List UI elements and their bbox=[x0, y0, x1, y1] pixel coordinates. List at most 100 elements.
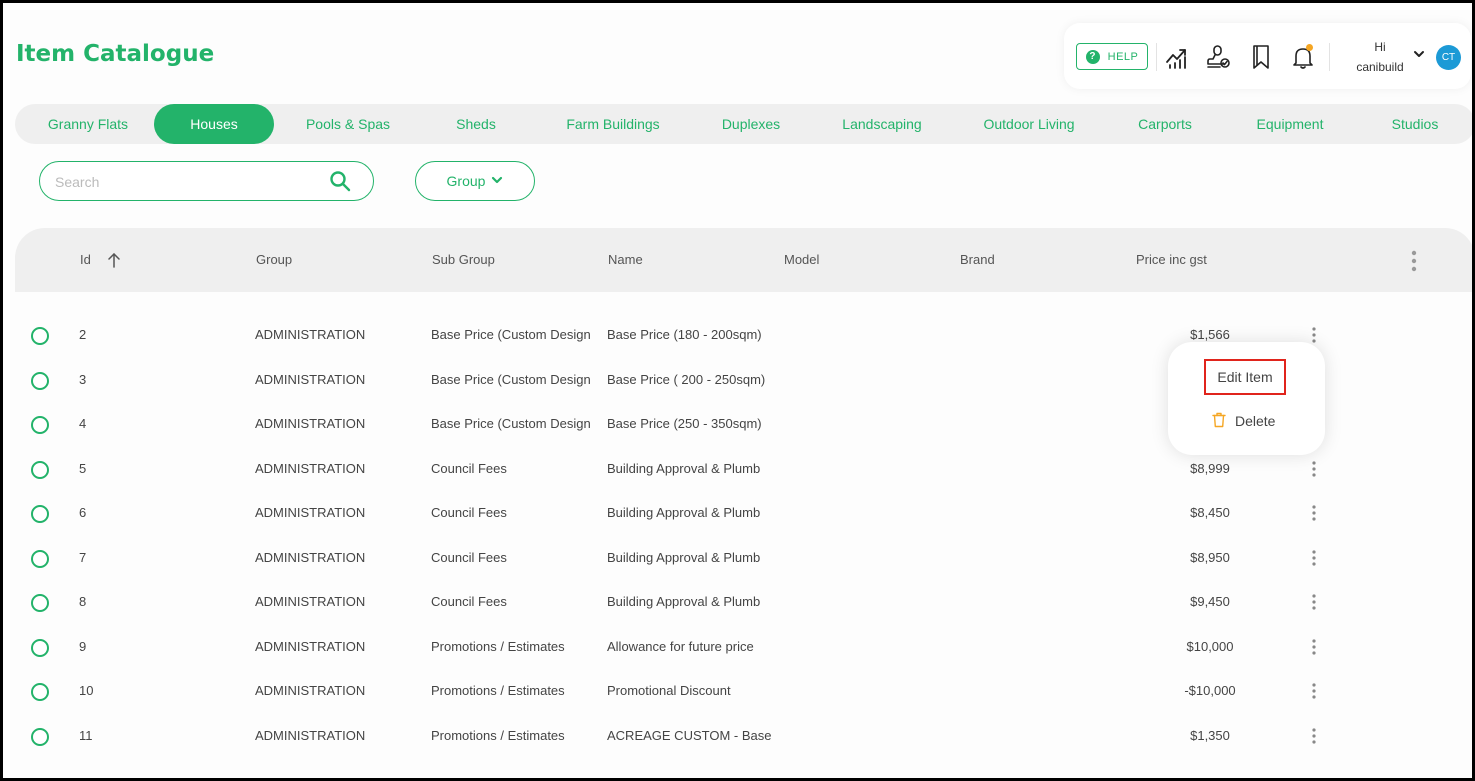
cell-group: ADMINISTRATION bbox=[255, 461, 366, 476]
row-actions-icon[interactable] bbox=[1311, 728, 1317, 749]
tab-sheds[interactable]: Sheds bbox=[417, 104, 535, 144]
cell-sub-group: Council Fees bbox=[431, 550, 507, 565]
chart-icon[interactable] bbox=[1164, 43, 1190, 71]
table-row[interactable]: 6 ADMINISTRATION Council Fees Building Appr… bbox=[15, 491, 1365, 535]
column-header-name[interactable]: Name bbox=[608, 228, 643, 292]
greeting-username: canibuild bbox=[1356, 60, 1404, 74]
stamp-icon[interactable] bbox=[1205, 43, 1231, 71]
table-header: Id Group Sub Group Name Model Brand Pric… bbox=[15, 228, 1472, 292]
row-actions-icon[interactable] bbox=[1311, 594, 1317, 615]
cell-sub-group: Promotions / Estimates bbox=[431, 728, 565, 743]
cell-name: Base Price (180 - 200sqm) bbox=[607, 327, 762, 342]
cell-name: ACREAGE CUSTOM - Base I bbox=[607, 728, 771, 743]
delete-button[interactable]: Delete bbox=[1212, 408, 1275, 434]
table-row[interactable]: 8 ADMINISTRATION Council Fees Building Appr… bbox=[15, 580, 1365, 624]
row-select-radio[interactable] bbox=[31, 416, 49, 434]
search-icon[interactable] bbox=[329, 170, 351, 197]
tab-carports[interactable]: Carports bbox=[1107, 104, 1223, 144]
column-header-price[interactable]: Price inc gst bbox=[1136, 228, 1207, 292]
group-filter-button[interactable]: Group bbox=[415, 161, 535, 201]
cell-group: ADMINISTRATION bbox=[255, 728, 366, 743]
cell-price: -$10,000 bbox=[1184, 683, 1236, 698]
cell-group: ADMINISTRATION bbox=[255, 639, 366, 654]
row-select-radio[interactable] bbox=[31, 728, 49, 746]
cell-brand bbox=[959, 491, 1129, 535]
row-select-radio[interactable] bbox=[31, 461, 49, 479]
cell-price: $1,350 bbox=[1190, 728, 1230, 743]
column-header-id[interactable]: Id bbox=[80, 228, 91, 292]
table-row[interactable]: 7 ADMINISTRATION Council Fees Building Appr… bbox=[15, 536, 1365, 580]
cell-brand bbox=[959, 669, 1129, 713]
cell-brand bbox=[959, 447, 1129, 491]
search-input[interactable] bbox=[53, 170, 317, 194]
table-row[interactable]: 4 ADMINISTRATION Base Price (Custom Design… bbox=[15, 402, 1365, 446]
tab-houses[interactable]: Houses bbox=[154, 104, 274, 144]
row-actions-icon[interactable] bbox=[1311, 505, 1317, 526]
top-toolbar: ? HELP Hi canibuild CT bbox=[1064, 23, 1471, 89]
table-row[interactable]: 11 ADMINISTRATION Promotions / Estimates AC… bbox=[15, 714, 1365, 758]
column-header-brand[interactable]: Brand bbox=[960, 228, 995, 292]
table-row[interactable]: 3 ADMINISTRATION Base Price (Custom Design… bbox=[15, 358, 1365, 402]
bookmark-icon[interactable] bbox=[1248, 43, 1274, 71]
cell-sub-group: Council Fees bbox=[431, 461, 507, 476]
chevron-down-icon[interactable] bbox=[1413, 47, 1425, 65]
notification-dot bbox=[1306, 44, 1313, 51]
table-row[interactable]: 9 ADMINISTRATION Promotions / Estimates All… bbox=[15, 625, 1365, 669]
row-select-radio[interactable] bbox=[31, 550, 49, 568]
bell-icon[interactable] bbox=[1290, 43, 1316, 71]
cell-sub-group: Promotions / Estimates bbox=[431, 683, 565, 698]
cell-brand bbox=[959, 580, 1129, 624]
row-select-radio[interactable] bbox=[31, 505, 49, 523]
table-row[interactable]: 10 ADMINISTRATION Promotions / Estimates Pr… bbox=[15, 669, 1365, 713]
help-label: HELP bbox=[1107, 50, 1139, 63]
cell-model bbox=[783, 447, 953, 491]
cell-price: $8,950 bbox=[1190, 550, 1230, 565]
cell-sub-group: Base Price (Custom Design bbox=[431, 372, 591, 387]
cell-id: 8 bbox=[79, 594, 87, 609]
tab-farm-buildings[interactable]: Farm Buildings bbox=[542, 104, 684, 144]
cell-group: ADMINISTRATION bbox=[255, 416, 366, 431]
row-select-radio[interactable] bbox=[31, 372, 49, 390]
edit-item-button[interactable]: Edit Item bbox=[1204, 359, 1286, 395]
cell-price: $9,450 bbox=[1190, 594, 1230, 609]
row-actions-icon[interactable] bbox=[1311, 639, 1317, 660]
table-row[interactable]: 2 ADMINISTRATION Base Price (Custom Design… bbox=[15, 313, 1365, 357]
cell-group: ADMINISTRATION bbox=[255, 550, 366, 565]
cell-price: $10,000 bbox=[1186, 639, 1234, 654]
tab-pools-spas[interactable]: Pools & Spas bbox=[283, 104, 413, 144]
row-select-radio[interactable] bbox=[31, 594, 49, 612]
column-header-sub-group[interactable]: Sub Group bbox=[432, 228, 495, 292]
cell-id: 9 bbox=[79, 639, 87, 654]
tab-duplexes[interactable]: Duplexes bbox=[691, 104, 811, 144]
cell-group: ADMINISTRATION bbox=[255, 594, 366, 609]
question-icon: ? bbox=[1085, 49, 1100, 64]
row-actions-icon[interactable] bbox=[1311, 461, 1317, 482]
table-row[interactable]: 5 ADMINISTRATION Council Fees Building Appr… bbox=[15, 447, 1365, 491]
cell-name: Building Approval & Plumb bbox=[607, 594, 761, 609]
avatar[interactable]: CT bbox=[1436, 45, 1461, 70]
column-header-model[interactable]: Model bbox=[784, 228, 819, 292]
tab-outdoor-living[interactable]: Outdoor Living bbox=[954, 104, 1104, 144]
tab-granny-flats[interactable]: Granny Flats bbox=[23, 104, 153, 144]
row-actions-icon[interactable] bbox=[1311, 550, 1317, 571]
tab-studios[interactable]: Studios bbox=[1360, 104, 1470, 144]
group-filter-label: Group bbox=[446, 173, 486, 189]
tab-equipment[interactable]: Equipment bbox=[1229, 104, 1351, 144]
divider bbox=[1156, 43, 1157, 71]
divider bbox=[1329, 43, 1330, 71]
cell-group: ADMINISTRATION bbox=[255, 683, 366, 698]
sort-ascending-icon[interactable] bbox=[107, 252, 121, 273]
cell-sub-group: Council Fees bbox=[431, 594, 507, 609]
column-header-group[interactable]: Group bbox=[256, 228, 292, 292]
cell-id: 4 bbox=[79, 416, 87, 431]
column-options-icon[interactable] bbox=[1410, 250, 1418, 277]
cell-brand bbox=[959, 536, 1129, 580]
row-select-radio[interactable] bbox=[31, 327, 49, 345]
row-select-radio[interactable] bbox=[31, 683, 49, 701]
row-actions-icon[interactable] bbox=[1311, 683, 1317, 704]
help-button[interactable]: ? HELP bbox=[1076, 43, 1148, 70]
cell-model bbox=[783, 313, 953, 357]
row-select-radio[interactable] bbox=[31, 639, 49, 657]
delete-label: Delete bbox=[1235, 413, 1276, 429]
tab-landscaping[interactable]: Landscaping bbox=[817, 104, 947, 144]
